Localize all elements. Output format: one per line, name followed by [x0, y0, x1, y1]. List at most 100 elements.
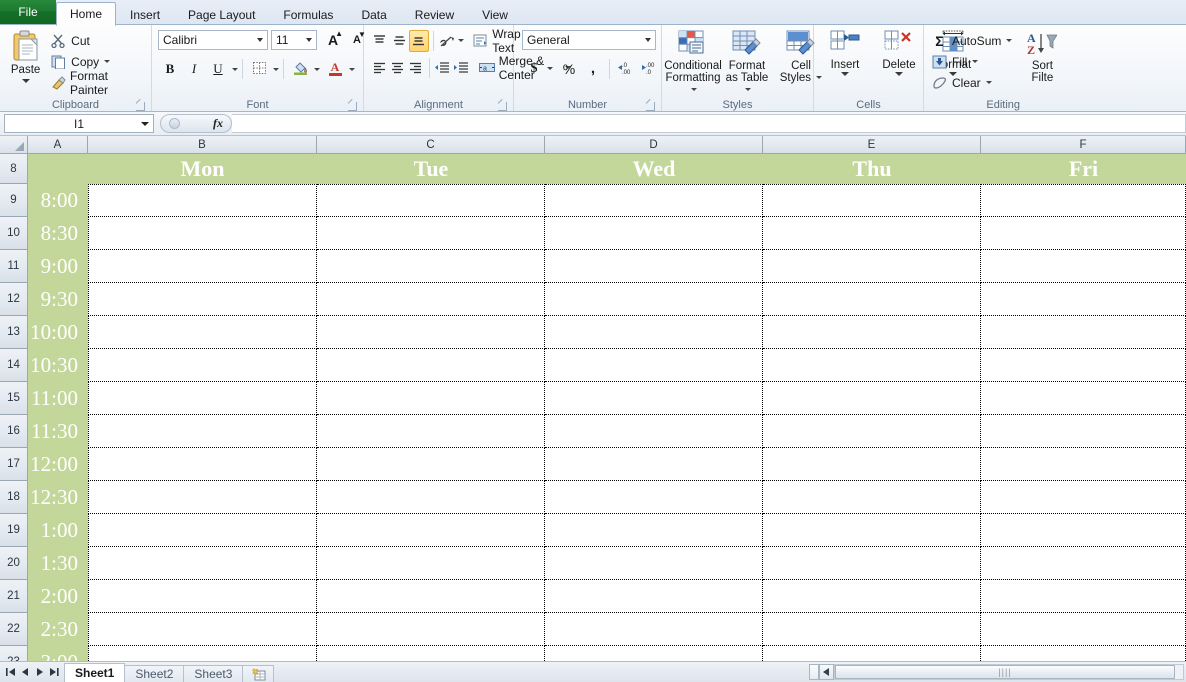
schedule-slot-cell[interactable] [981, 283, 1186, 316]
horizontal-scrollbar[interactable]: |||| [809, 664, 1186, 681]
name-box[interactable]: I1 [4, 114, 154, 133]
clear-dropdown-arrow[interactable] [985, 81, 992, 84]
schedule-slot-cell[interactable] [317, 382, 545, 415]
row-header-14[interactable]: 14 [0, 349, 28, 382]
schedule-slot-cell[interactable] [981, 514, 1186, 547]
cancel-formula-button[interactable] [163, 115, 185, 132]
schedule-slot-cell[interactable] [545, 217, 763, 250]
insert-cells-dropdown-arrow[interactable] [841, 72, 849, 76]
schedule-slot-cell[interactable] [317, 481, 545, 514]
format-as-table-button[interactable]: Format as Table [720, 30, 774, 96]
column-header-b[interactable]: B [88, 136, 317, 154]
select-all-corner[interactable] [0, 136, 28, 154]
schedule-slot-cell[interactable] [545, 514, 763, 547]
schedule-slot-cell[interactable] [763, 613, 981, 646]
borders-dropdown-arrow[interactable] [273, 67, 279, 71]
delete-cells-dropdown-arrow[interactable] [895, 72, 903, 76]
insert-worksheet-button[interactable] [242, 664, 275, 682]
row-header-11[interactable]: 11 [0, 250, 28, 283]
font-size-chevron-down-icon[interactable] [302, 38, 316, 42]
nav-next-sheet-button[interactable] [32, 665, 46, 680]
day-header-mon[interactable]: Mon [88, 154, 317, 184]
schedule-slot-cell[interactable] [763, 580, 981, 613]
time-label-cell[interactable]: 9:30 [28, 283, 88, 316]
orientation-dropdown-arrow[interactable] [458, 39, 465, 42]
align-top-button[interactable] [370, 30, 390, 52]
schedule-slot-cell[interactable] [763, 316, 981, 349]
schedule-slot-cell[interactable] [981, 547, 1186, 580]
schedule-slot-cell[interactable] [317, 316, 545, 349]
schedule-slot-cell[interactable] [317, 580, 545, 613]
time-label-cell[interactable]: 10:30 [28, 349, 88, 382]
accounting-dropdown-arrow[interactable] [547, 67, 553, 70]
tab-home[interactable]: Home [56, 2, 117, 26]
schedule-slot-cell[interactable] [545, 283, 763, 316]
schedule-slot-cell[interactable] [763, 349, 981, 382]
schedule-slot-cell[interactable] [763, 514, 981, 547]
schedule-slot-cell[interactable] [981, 613, 1186, 646]
schedule-slot-cell[interactable] [317, 415, 545, 448]
row-header-13[interactable]: 13 [0, 316, 28, 349]
fill-color-dropdown-arrow[interactable] [314, 67, 320, 71]
tab-review[interactable]: Review [401, 3, 468, 26]
grow-font-button[interactable]: A ▲ [321, 29, 345, 51]
time-label-cell[interactable]: 2:00 [28, 580, 88, 613]
fill-dropdown-arrow[interactable] [972, 60, 979, 63]
schedule-slot-cell[interactable] [545, 184, 763, 217]
increase-decimal-button[interactable]: .0 .00 [614, 58, 638, 80]
schedule-slot-cell[interactable] [317, 349, 545, 382]
tab-file[interactable]: File [0, 0, 56, 24]
schedule-slot-cell[interactable] [88, 547, 317, 580]
schedule-slot-cell[interactable] [981, 580, 1186, 613]
fill-button[interactable]: Fill [928, 51, 1015, 72]
schedule-slot-cell[interactable] [763, 250, 981, 283]
column-header-f[interactable]: F [981, 136, 1186, 154]
format-as-table-dropdown-arrow[interactable] [745, 88, 751, 92]
sheet-tab-sheet1[interactable]: Sheet1 [64, 662, 126, 682]
time-label-cell[interactable]: 1:30 [28, 547, 88, 580]
schedule-slot-cell[interactable] [88, 382, 317, 415]
font-color-dropdown-arrow[interactable] [349, 67, 355, 71]
column-header-e[interactable]: E [763, 136, 981, 154]
delete-cells-button[interactable]: Delete [872, 30, 926, 76]
schedule-slot-cell[interactable] [88, 349, 317, 382]
column-header-c[interactable]: C [317, 136, 545, 154]
tab-view[interactable]: View [468, 3, 522, 26]
time-label-cell[interactable]: 8:30 [28, 217, 88, 250]
schedule-slot-cell[interactable] [763, 481, 981, 514]
schedule-slot-cell[interactable] [545, 580, 763, 613]
font-color-button[interactable]: A [323, 58, 347, 80]
schedule-slot-cell[interactable] [88, 283, 317, 316]
orientation-button[interactable]: ➲ [438, 30, 458, 52]
hscroll-left-button[interactable] [819, 664, 834, 680]
underline-dropdown-arrow[interactable] [232, 67, 238, 71]
schedule-slot-cell[interactable] [545, 349, 763, 382]
schedule-slot-cell[interactable] [981, 382, 1186, 415]
number-format-chevron-down-icon[interactable] [641, 38, 655, 42]
time-label-cell[interactable]: 10:00 [28, 316, 88, 349]
time-label-cell[interactable]: 9:00 [28, 250, 88, 283]
schedule-slot-cell[interactable] [88, 250, 317, 283]
row-header-10[interactable]: 10 [0, 217, 28, 250]
tab-page-layout[interactable]: Page Layout [174, 3, 269, 26]
schedule-slot-cell[interactable] [763, 448, 981, 481]
schedule-slot-cell[interactable] [545, 547, 763, 580]
schedule-slot-cell[interactable] [763, 217, 981, 250]
schedule-slot-cell[interactable] [317, 613, 545, 646]
row-header-8[interactable]: 8 [0, 154, 28, 184]
accounting-format-button[interactable]: $ [522, 58, 546, 80]
schedule-slot-cell[interactable] [317, 184, 545, 217]
font-size-combo[interactable]: 11 [271, 30, 317, 50]
number-dialog-launcher[interactable] [646, 102, 655, 111]
cut-button[interactable]: Cut [47, 30, 147, 51]
decrease-indent-button[interactable] [433, 57, 451, 79]
schedule-slot-cell[interactable] [88, 514, 317, 547]
schedule-slot-cell[interactable] [317, 547, 545, 580]
schedule-slot-cell[interactable] [545, 250, 763, 283]
time-label-cell[interactable]: 12:00 [28, 448, 88, 481]
schedule-slot-cell[interactable] [981, 448, 1186, 481]
time-label-cell[interactable]: 8:00 [28, 184, 88, 217]
column-header-a[interactable]: A [28, 136, 88, 154]
conditional-formatting-button[interactable]: Conditional Formatting [664, 30, 722, 96]
schedule-slot-cell[interactable] [545, 415, 763, 448]
